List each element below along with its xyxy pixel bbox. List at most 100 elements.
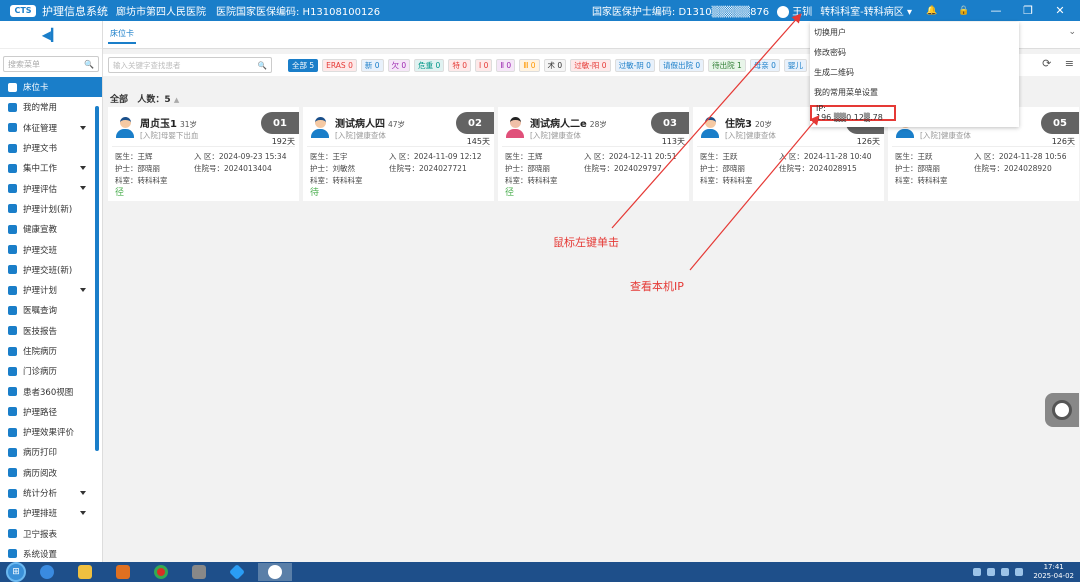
sidebar-item[interactable]: 护理路径 (0, 402, 102, 422)
collapse-icon[interactable]: ▲ (174, 96, 179, 104)
tab-bedcard[interactable]: 床位卡 (108, 28, 136, 44)
filter-chip[interactable]: 特 0 (448, 58, 471, 72)
lock-icon[interactable]: 🔒 (952, 6, 976, 16)
sidebar-item[interactable]: 护理文书 (0, 138, 102, 158)
floating-assistant-button[interactable] (1045, 393, 1079, 427)
search-icon[interactable]: 🔍 (84, 60, 94, 69)
sidebar-item-label: 卫宁报表 (23, 529, 58, 540)
filter-chip[interactable]: ERAS 0 (322, 58, 357, 72)
sidebar-item[interactable]: 集中工作 (0, 158, 102, 178)
sidebar-item[interactable]: 住院病历 (0, 341, 102, 361)
sidebar-item[interactable]: 统计分析 (0, 483, 102, 503)
sidebar-item-label: 住院病历 (23, 347, 58, 357)
sidebar-item[interactable]: 医技报告 (0, 321, 102, 341)
ward-admission: 入 区：2024-09-23 15:34 (194, 152, 287, 161)
filter-chip[interactable]: 欠 0 (387, 58, 411, 72)
patient-name-line: 测试病人二e 28岁 (530, 115, 607, 130)
tray-icon[interactable] (987, 568, 996, 576)
bell-icon[interactable]: 🔔 (920, 6, 944, 16)
volume-icon[interactable] (1001, 568, 1010, 576)
filter-chip[interactable]: Ⅲ 0 (519, 58, 540, 72)
filter-chip[interactable]: 请假出院 0 (658, 58, 705, 72)
clock-date: 2025-04-02 (1033, 572, 1074, 580)
sidebar-item[interactable]: 护理计划(新) (0, 199, 102, 219)
user-name: 王钏 (792, 7, 813, 18)
sidebar-collapse-button[interactable]: ◀▎ (0, 21, 102, 49)
filter-chip[interactable]: 新 0 (360, 58, 384, 72)
sidebar-item[interactable]: 护理交班(新) (0, 260, 102, 280)
filter-chip[interactable]: 术 0 (543, 58, 567, 72)
nursing-app-taskbar-icon[interactable] (258, 563, 292, 581)
refresh-icon[interactable]: ⟳ (1042, 57, 1051, 70)
network-icon[interactable] (1015, 568, 1024, 576)
menu-search-input[interactable]: 搜索菜单 🔍 (3, 56, 99, 72)
filter-chip[interactable]: 母亲 0 (749, 58, 780, 72)
sidebar-item[interactable]: 护理评估 (0, 178, 102, 198)
sidebar-item-label: 护理文书 (23, 144, 58, 155)
patient-search-input[interactable]: 输入关键字查找患者 🔍 (108, 57, 272, 73)
sidebar-item[interactable]: 床位卡 (0, 77, 102, 98)
sidebar-item[interactable]: 病历阅改 (0, 463, 102, 483)
sidebar-item[interactable]: 病历打印 (0, 442, 102, 462)
close-button[interactable]: ✕ (1048, 4, 1072, 17)
sidebar-item[interactable]: 护理排班 (0, 503, 102, 523)
filter-chip[interactable]: 婴儿 (783, 58, 807, 72)
sidebar-scrollbar[interactable] (95, 106, 99, 451)
nurse: 护士：刘敏然 (310, 164, 355, 173)
filter-chip[interactable]: 危重 0 (414, 58, 445, 72)
filter-chip[interactable]: Ⅰ 0 (474, 58, 493, 72)
divider (697, 146, 880, 147)
folder-taskbar-icon[interactable] (68, 563, 102, 581)
more-icon[interactable]: ≡ (1065, 57, 1074, 70)
hospital-code: 医院国家医保编码: H13108100126 (216, 7, 381, 18)
sidebar-item[interactable]: 医嘱查询 (0, 300, 102, 320)
sidebar-item[interactable]: 我的常用 (0, 97, 102, 117)
ward-selector[interactable]: 转科科室-转科病区 ▾ (820, 3, 912, 18)
doctor: 医生：王宇 (310, 152, 348, 161)
chrome-taskbar-icon[interactable] (144, 563, 178, 581)
sidebar-item[interactable]: 健康宣教 (0, 219, 102, 239)
bed-card[interactable]: 测试病人二e 28岁 [入院]健康查体 03 113天 医生：王辉 护士：邵晓丽 科室：转科科… (498, 107, 689, 201)
user-menu[interactable]: 王钏 (777, 3, 812, 18)
maximize-button[interactable]: ❐ (1016, 4, 1040, 17)
search-icon[interactable]: 🔍 (258, 61, 267, 70)
filter-chip[interactable]: Ⅱ 0 (496, 58, 516, 72)
start-button[interactable]: ⊞ (6, 562, 26, 582)
sidebar-item-label: 护理效果评价 (23, 428, 75, 439)
sidebar-item[interactable]: 体征管理 (0, 118, 102, 138)
filter-chip[interactable]: 过敏-阴 0 (614, 58, 655, 72)
media-taskbar-icon[interactable] (106, 563, 140, 581)
sidebar-item-label: 系统设置 (23, 549, 58, 560)
menu-item-icon (8, 346, 17, 356)
tray-icon[interactable] (973, 568, 982, 576)
chevron-down-icon (80, 287, 86, 292)
filter-chip[interactable]: 过敏-阳 0 (570, 58, 611, 72)
bed-card[interactable]: 测试病人四 47岁 [入院]健康查体 02 145天 医生：王宇 护士：刘敏然 科室：转科科室… (303, 107, 494, 201)
summary-all: 全部 (110, 95, 129, 105)
menu-item-icon (8, 366, 17, 376)
filter-chip[interactable]: 全部 5 (288, 58, 319, 72)
doctor: 医生：王跃 (895, 152, 933, 161)
sidebar-item[interactable]: 护理计划 (0, 280, 102, 300)
dropdown-item[interactable]: 修改密码 (810, 42, 1019, 62)
dropdown-item[interactable]: 切换用户 (810, 22, 1019, 42)
sidebar: ◀▎ 搜索菜单 🔍 床位卡 我的常用 体征管理护理文书集中工作 护理评估 护理计划(新)… (0, 21, 103, 562)
chevron-down-icon[interactable]: ⌄ (1068, 27, 1076, 37)
sidebar-item[interactable]: 护理效果评价 (0, 422, 102, 442)
sidebar-item[interactable]: 护理交班 (0, 239, 102, 259)
bed-card[interactable]: 周贞玉1 31岁 [入院]母婴下出血 01 192天 医生：王辉 护士：邵晓丽 科室：转科科室… (108, 107, 299, 201)
ward-admission: 入 区：2024-11-28 10:40 (779, 152, 872, 161)
dropdown-item-ip[interactable]: IP: 196.▒▒0.12▒.78 (810, 104, 896, 122)
dropdown-item[interactable]: 生成二维码 (810, 62, 1019, 82)
windows-taskbar: ⊞ 17:41 2025-04-02 (0, 562, 1080, 582)
dropdown-item[interactable]: 我的常用菜单设置 (810, 83, 1019, 103)
minimize-button[interactable]: — (984, 4, 1008, 17)
sidebar-item[interactable]: 门诊病历 (0, 361, 102, 381)
sidebar-item[interactable]: 卫宁报表 (0, 524, 102, 544)
ie-taskbar-icon[interactable] (30, 563, 64, 581)
filter-chip[interactable]: 待出院 1 (708, 58, 746, 72)
clock[interactable]: 17:41 2025-04-02 (1033, 563, 1074, 581)
app-taskbar-icon[interactable] (182, 563, 216, 581)
sidebar-item[interactable]: 患者360视图 (0, 381, 102, 401)
diamond-taskbar-icon[interactable] (220, 563, 254, 581)
